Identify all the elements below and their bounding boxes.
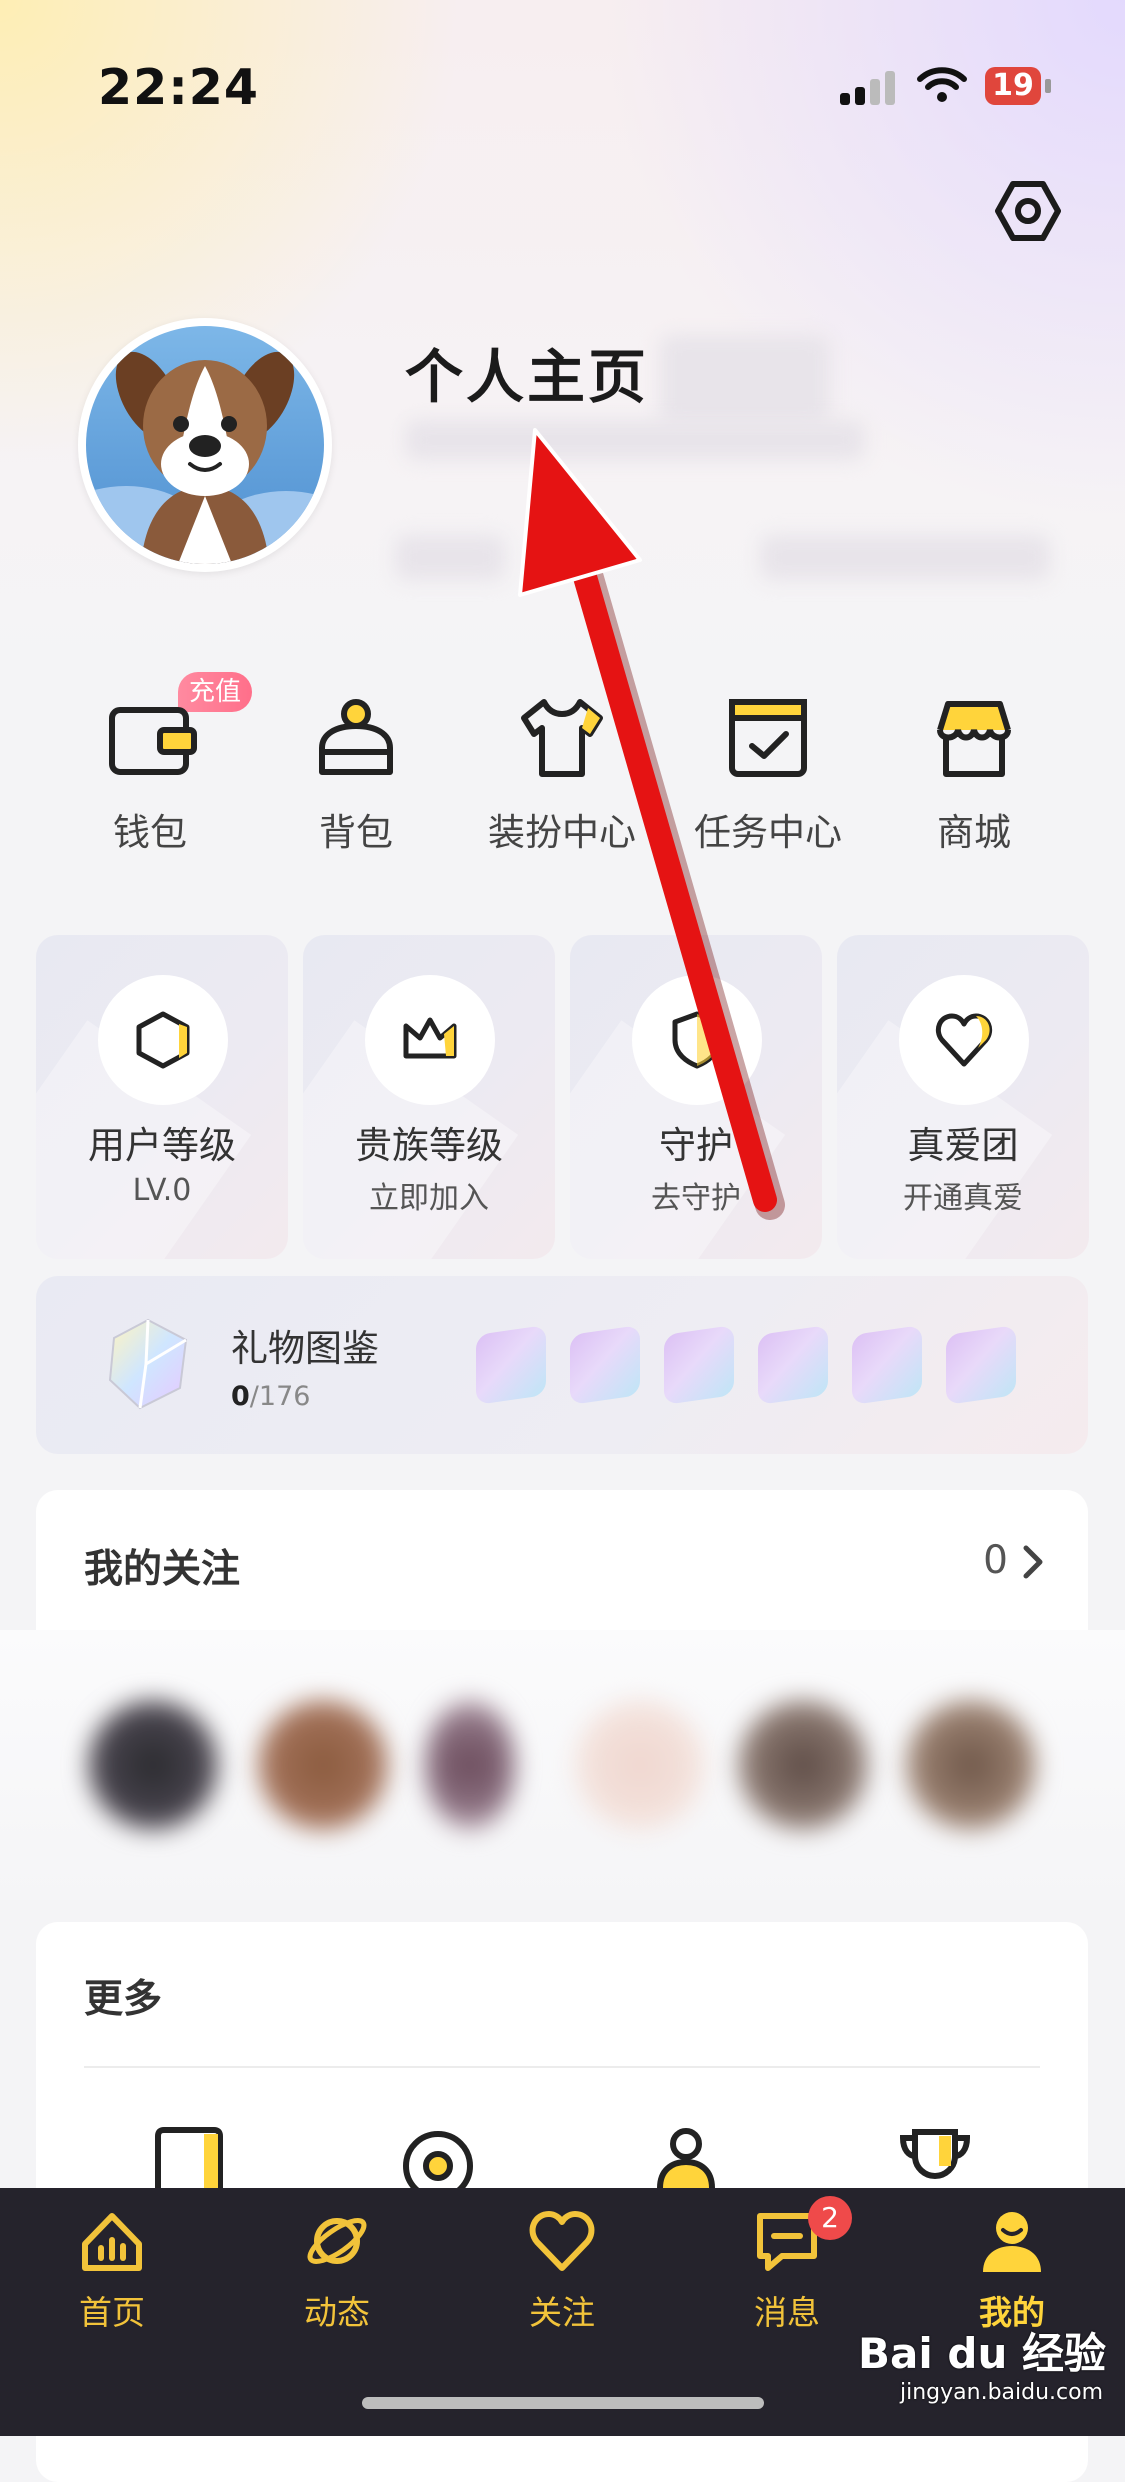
signal-icon bbox=[840, 71, 900, 105]
card-subtitle: 去守护 bbox=[651, 1181, 741, 1216]
shield-icon bbox=[672, 1011, 722, 1069]
card-true-love[interactable]: 真爱团 开通真爱 bbox=[837, 935, 1089, 1259]
card-title: 真爱团 bbox=[907, 1124, 1019, 1167]
quick-mall[interactable]: 商城 bbox=[874, 690, 1074, 856]
my-follows-count: 0 bbox=[983, 1538, 1008, 1583]
heart-icon bbox=[935, 1013, 993, 1067]
gift-catalog[interactable]: 礼物图鉴 0/176 bbox=[36, 1276, 1088, 1454]
tab-follow[interactable]: 关注 bbox=[487, 2206, 637, 2334]
planet-icon bbox=[307, 2218, 367, 2264]
gift-gem-icon bbox=[476, 1325, 546, 1405]
card-title: 贵族等级 bbox=[355, 1124, 503, 1167]
tab-label: 关注 bbox=[529, 2293, 595, 2332]
wallet-icon bbox=[109, 707, 197, 775]
more-title: 更多 bbox=[84, 1977, 163, 2022]
home-indicator[interactable] bbox=[362, 2397, 764, 2409]
quick-label: 任务中心 bbox=[694, 811, 842, 854]
user-icon bbox=[983, 2212, 1041, 2272]
quick-label: 商城 bbox=[937, 811, 1011, 854]
status-time: 22:24 bbox=[98, 59, 259, 116]
gift-gem-icon bbox=[570, 1325, 640, 1405]
card-subtitle: 开通真爱 bbox=[903, 1181, 1023, 1216]
divider bbox=[84, 2066, 1040, 2068]
watermark-logo: Bai du 经验 bbox=[858, 2329, 1106, 2378]
followed-avatar[interactable] bbox=[738, 1700, 868, 1830]
tab-mine[interactable]: 我的 bbox=[937, 2206, 1087, 2334]
quick-tasks[interactable]: 任务中心 bbox=[668, 690, 868, 856]
dog-avatar-image bbox=[86, 326, 324, 564]
crown-icon bbox=[403, 1017, 457, 1059]
store-icon bbox=[937, 701, 1011, 777]
blurred-user-id bbox=[405, 420, 865, 460]
tab-label: 消息 bbox=[754, 2293, 820, 2332]
tab-moments[interactable]: 动态 bbox=[262, 2206, 412, 2334]
chevron-right-icon[interactable] bbox=[1020, 1542, 1046, 1582]
message-badge: 2 bbox=[808, 2196, 852, 2240]
card-subtitle: LV.0 bbox=[132, 1173, 192, 1208]
target-icon[interactable] bbox=[398, 2126, 478, 2188]
card-guard[interactable]: 守护 去守护 bbox=[570, 935, 822, 1259]
quick-wallet[interactable]: 钱包 bbox=[50, 690, 250, 856]
gift-gem-icon bbox=[946, 1325, 1016, 1405]
avatar[interactable] bbox=[78, 318, 332, 572]
followed-avatar[interactable] bbox=[425, 1700, 515, 1830]
followed-avatar[interactable] bbox=[88, 1700, 218, 1830]
quick-backpack[interactable]: 背包 bbox=[256, 690, 456, 856]
profile-title[interactable]: 个人主页 bbox=[405, 330, 649, 414]
card-title: 用户等级 bbox=[88, 1124, 236, 1167]
book-icon[interactable] bbox=[150, 2126, 230, 2188]
gift-gem-icon bbox=[852, 1325, 922, 1405]
card-user-level[interactable]: 用户等级 LV.0 bbox=[36, 935, 288, 1259]
tab-label: 动态 bbox=[304, 2293, 370, 2332]
hexagon-icon bbox=[136, 1011, 190, 1069]
gift-catalog-title: 礼物图鉴 bbox=[231, 1327, 379, 1370]
card-title: 守护 bbox=[659, 1124, 733, 1167]
followed-avatar[interactable] bbox=[258, 1700, 388, 1830]
wifi-icon bbox=[917, 67, 967, 102]
chart-icon bbox=[82, 2213, 142, 2271]
battery-tip bbox=[1045, 79, 1051, 93]
quick-dressup[interactable]: 装扮中心 bbox=[462, 690, 662, 856]
task-calendar-icon bbox=[729, 699, 807, 777]
battery-icon: 19 bbox=[985, 67, 1041, 105]
gift-gem-icon bbox=[758, 1325, 828, 1405]
quick-label: 钱包 bbox=[113, 811, 187, 854]
quick-label: 装扮中心 bbox=[488, 811, 636, 854]
tab-label: 首页 bbox=[79, 2293, 145, 2332]
shirt-icon bbox=[521, 699, 603, 777]
followed-avatar[interactable] bbox=[575, 1700, 705, 1830]
blurred-nickname bbox=[660, 335, 830, 425]
quick-actions: 钱包 背包 装扮中心 任务中心 商城 bbox=[0, 690, 1125, 890]
status-bar: 22:24 19 bbox=[0, 55, 1125, 116]
crystal-gift-icon bbox=[108, 1318, 188, 1410]
backpack-icon bbox=[319, 699, 393, 775]
card-noble-level[interactable]: 贵族等级 立即加入 bbox=[303, 935, 555, 1259]
followed-avatar[interactable] bbox=[906, 1700, 1036, 1830]
quick-label: 背包 bbox=[319, 811, 393, 854]
my-follows-title: 我的关注 bbox=[84, 1547, 241, 1592]
watermark-url: jingyan.baidu.com bbox=[900, 2380, 1104, 2405]
settings-icon[interactable] bbox=[995, 178, 1061, 244]
heart-icon bbox=[529, 2211, 595, 2271]
gift-catalog-count: 0/176 bbox=[231, 1381, 311, 1412]
gift-gem-icon bbox=[664, 1325, 734, 1405]
card-subtitle: 立即加入 bbox=[369, 1181, 489, 1216]
blurred-stat-right bbox=[760, 535, 1050, 580]
blurred-stat-left bbox=[395, 535, 505, 580]
trophy-icon[interactable] bbox=[895, 2126, 975, 2188]
person-icon[interactable] bbox=[646, 2126, 726, 2188]
tab-home[interactable]: 首页 bbox=[37, 2206, 187, 2334]
